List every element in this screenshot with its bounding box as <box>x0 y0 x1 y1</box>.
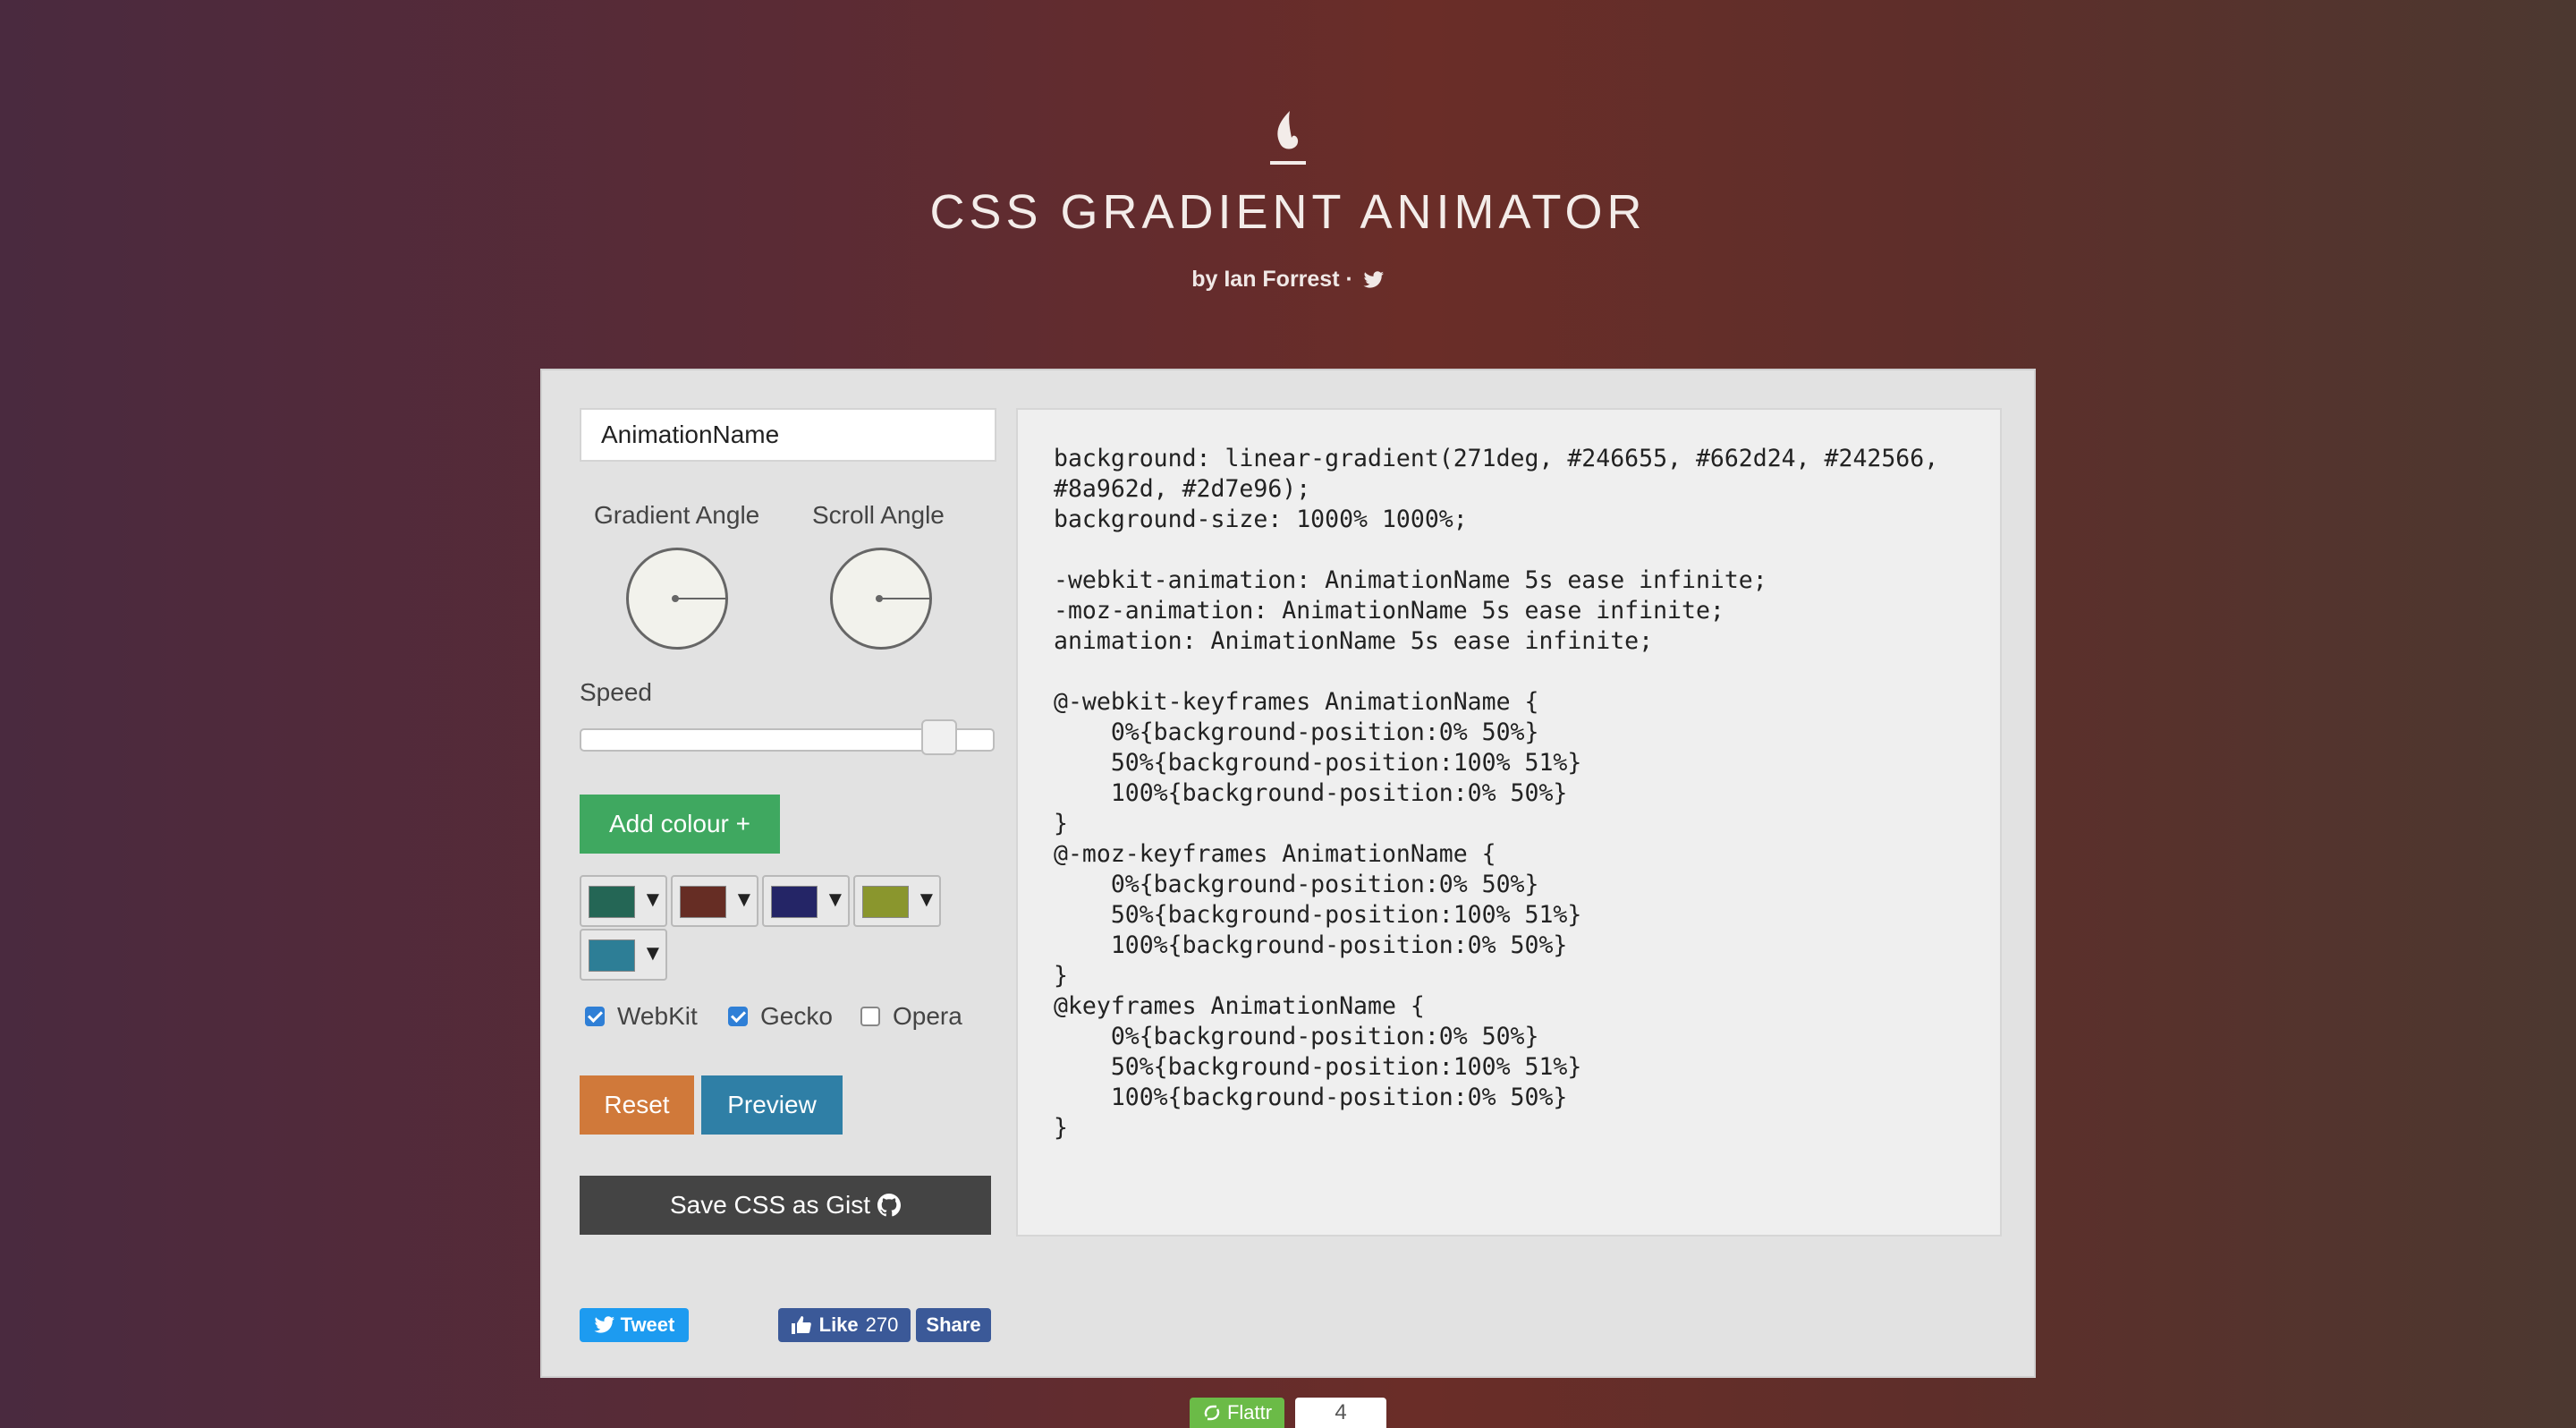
twitter-icon[interactable] <box>1363 271 1385 289</box>
main-panel: Gradient Angle Scroll Angle Speed Add co… <box>540 369 2036 1378</box>
speed-label: Speed <box>580 678 652 706</box>
facebook-share-button[interactable]: Share <box>916 1308 991 1342</box>
dial-needle <box>675 598 725 599</box>
scroll-angle-dial[interactable] <box>830 548 932 650</box>
facebook-like-button[interactable]: Like 270 <box>778 1308 911 1342</box>
opera-checkbox[interactable]: Opera <box>860 1002 962 1031</box>
scroll-angle-label: Scroll Angle <box>812 501 945 529</box>
dial-needle <box>879 598 929 599</box>
preview-button[interactable]: Preview <box>701 1075 843 1135</box>
gecko-label: Gecko <box>760 1002 833 1030</box>
colour-chip <box>680 886 726 918</box>
dropdown-arrow-icon: ▼ <box>733 888 755 912</box>
save-gist-button[interactable]: Save CSS as Gist <box>580 1176 991 1235</box>
gradient-angle-dial[interactable] <box>626 548 728 650</box>
flattr-button[interactable]: Flattr <box>1190 1398 1284 1428</box>
save-gist-label: Save CSS as Gist <box>669 1191 871 1219</box>
flattr-label: Flattr <box>1226 1401 1273 1424</box>
colour-chip <box>589 939 635 972</box>
reset-button[interactable]: Reset <box>580 1075 694 1135</box>
colour-chip <box>589 886 635 918</box>
webkit-checkbox[interactable]: WebKit <box>585 1002 698 1031</box>
dropdown-arrow-icon: ▼ <box>825 888 846 912</box>
flattr-count: 4 <box>1295 1398 1386 1428</box>
colour-swatch[interactable]: ▼ <box>762 875 850 927</box>
opera-label: Opera <box>893 1002 962 1030</box>
twitter-icon <box>594 1316 614 1333</box>
author-credit[interactable]: by Ian Forrest · <box>1191 267 1353 292</box>
css-output-box[interactable]: background: linear-gradient(271deg, #246… <box>1016 408 2002 1237</box>
colour-swatch[interactable]: ▼ <box>671 875 758 927</box>
gradient-angle-label: Gradient Angle <box>594 501 760 529</box>
colour-swatch[interactable]: ▼ <box>580 929 667 981</box>
page-title: CSS GRADIENT ANIMATOR <box>929 185 1647 239</box>
tweet-label: Tweet <box>620 1313 675 1336</box>
dropdown-arrow-icon: ▼ <box>642 888 664 912</box>
gecko-checkbox[interactable]: Gecko <box>728 1002 833 1031</box>
dropdown-arrow-icon: ▼ <box>642 941 664 965</box>
add-colour-button[interactable]: Add colour + <box>580 795 780 854</box>
colour-swatch[interactable]: ▼ <box>580 875 667 927</box>
dial-center <box>876 595 883 602</box>
byline: by Ian Forrest · <box>0 267 2576 293</box>
animation-name-input[interactable] <box>580 408 996 462</box>
colour-chip <box>862 886 909 918</box>
webkit-label: WebKit <box>617 1002 698 1030</box>
speed-slider-thumb[interactable] <box>920 719 957 755</box>
thumbs-up-icon <box>791 1316 811 1334</box>
colour-chip <box>771 886 818 918</box>
css-code: background: linear-gradient(271deg, #246… <box>1054 445 1939 1142</box>
dial-center <box>672 595 679 602</box>
like-count: 270 <box>865 1313 899 1336</box>
github-icon <box>877 1194 902 1217</box>
checkbox-box[interactable] <box>860 1007 880 1026</box>
colour-swatch[interactable]: ▼ <box>853 875 941 927</box>
flattr-icon <box>1204 1405 1220 1421</box>
tweet-button[interactable]: Tweet <box>580 1308 689 1342</box>
checkbox-box[interactable] <box>728 1007 748 1026</box>
flame-logo-icon <box>1270 111 1306 165</box>
like-label: Like <box>818 1313 859 1336</box>
checkbox-box[interactable] <box>585 1007 605 1026</box>
dropdown-arrow-icon: ▼ <box>916 888 937 912</box>
